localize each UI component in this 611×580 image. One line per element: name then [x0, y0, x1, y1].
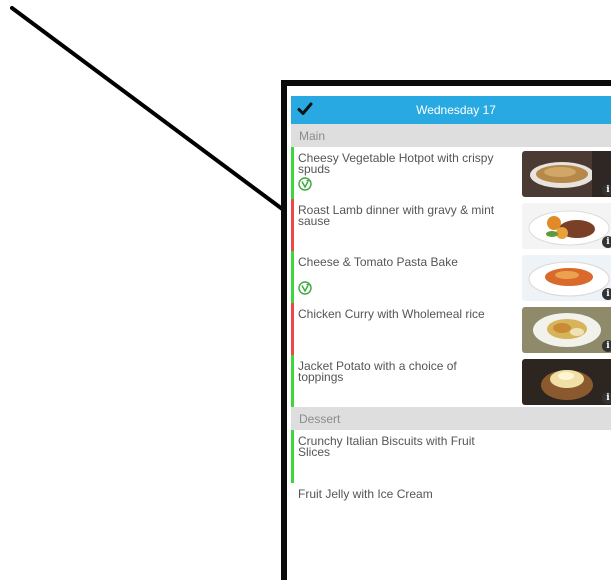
menu-item-name: Roast Lamb dinner with gravy & mint saus… — [298, 203, 495, 228]
section-title: Dessert — [299, 411, 341, 426]
menu-item-name: Chicken Curry with Wholemeal rice — [298, 307, 485, 321]
menu-item-name: Fruit Jelly with Ice Cream — [298, 487, 433, 501]
menu-item-jacket-potato[interactable]: Jacket Potato with a choice of toppings … — [291, 355, 611, 407]
section-header-dessert: Dessert — [291, 407, 611, 430]
menu-item-name: Crunchy Italian Biscuits with Fruit Slic… — [298, 434, 475, 459]
day-title: Wednesday 17 — [416, 103, 496, 117]
menu-item-biscuits[interactable]: Crunchy Italian Biscuits with Fruit Slic… — [291, 430, 611, 483]
menu-item-hotpot[interactable]: Cheesy Vegetable Hotpot with crispy spud… — [291, 147, 611, 199]
vegetarian-icon — [298, 281, 312, 295]
checkmark-icon[interactable] — [297, 101, 313, 117]
hotpot-photo[interactable]: i — [522, 151, 611, 197]
info-icon[interactable]: i — [602, 236, 611, 248]
section-title: Main — [299, 128, 326, 143]
menu-item-fruit-jelly[interactable]: Fruit Jelly with Ice Cream — [291, 483, 611, 536]
menu-item-name: Jacket Potato with a choice of toppings — [298, 359, 457, 384]
section-header-main: Main — [291, 124, 611, 147]
jacket-potato-photo[interactable]: i — [522, 359, 611, 405]
menu-item-name: Cheesy Vegetable Hotpot with crispy spud… — [298, 151, 494, 176]
info-icon[interactable]: i — [602, 392, 611, 404]
menu-item-name: Cheese & Tomato Pasta Bake — [298, 255, 458, 269]
day-header: Wednesday 17 — [291, 96, 611, 124]
menu-screen: Wednesday 17 Main Cheesy Vegetable Hotpo… — [291, 96, 611, 580]
info-icon[interactable]: i — [602, 340, 611, 352]
roast-lamb-photo[interactable]: i — [522, 203, 611, 249]
pasta-bake-photo[interactable]: i — [522, 255, 611, 301]
chicken-curry-photo[interactable]: i — [522, 307, 611, 353]
menu-item-pasta-bake[interactable]: Cheese & Tomato Pasta Bake i — [291, 251, 611, 303]
vegetarian-icon — [298, 177, 312, 191]
menu-item-chicken-curry[interactable]: Chicken Curry with Wholemeal rice i — [291, 303, 611, 355]
info-icon[interactable]: i — [602, 184, 611, 196]
menu-item-roast-lamb[interactable]: Roast Lamb dinner with gravy & mint saus… — [291, 199, 611, 251]
info-icon[interactable]: i — [602, 288, 611, 300]
phone-frame: Wednesday 17 Main Cheesy Vegetable Hotpo… — [281, 80, 611, 580]
